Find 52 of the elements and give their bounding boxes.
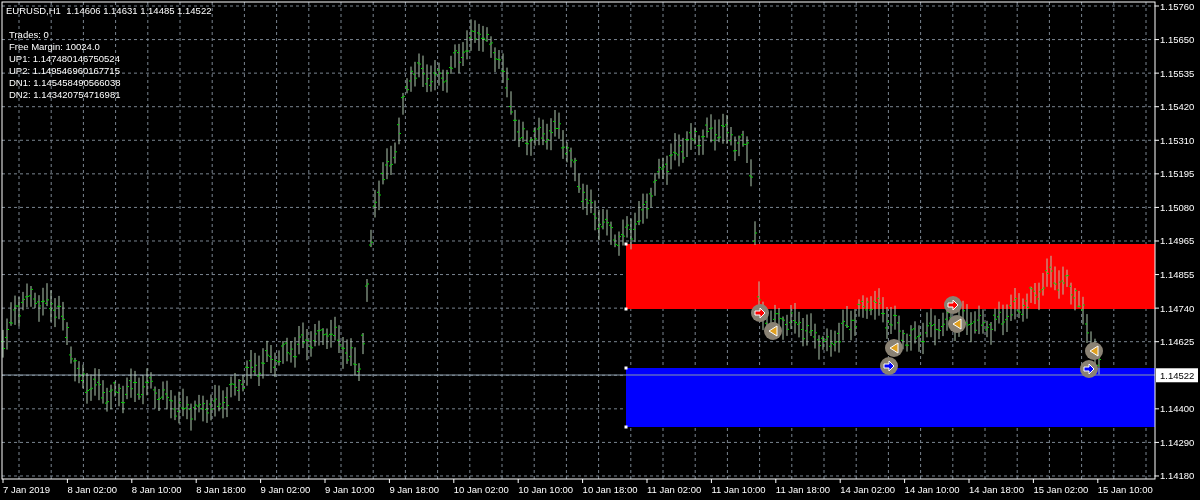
price-label: 1.14740: [1160, 302, 1195, 314]
anchor-point[interactable]: [624, 307, 628, 311]
time-label: 14 Jan 02:00: [840, 484, 896, 495]
trade-marker-icon: [885, 339, 903, 357]
time-label: 10 Jan 10:00: [518, 484, 574, 495]
time-label: 10 Jan 18:00: [582, 484, 638, 495]
time-label: 9 Jan 18:00: [389, 484, 440, 495]
current-price-label: 1.14522: [1156, 368, 1198, 383]
anchor-point[interactable]: [624, 366, 628, 370]
trade-marker-icon: [880, 357, 898, 375]
price-label: 1.15760: [1160, 0, 1195, 12]
price-label: 1.14625: [1160, 336, 1195, 348]
anchor-point[interactable]: [624, 242, 628, 246]
price-label: 1.14290: [1160, 436, 1195, 448]
time-label: 11 Jan 02:00: [647, 484, 702, 495]
time-label: 14 Jan 10:00: [904, 484, 960, 495]
price-label: 1.15080: [1160, 201, 1195, 213]
trade-marker-icon: [948, 315, 966, 333]
trade-marker-icon: [1085, 342, 1103, 360]
trade-marker-icon: [751, 304, 769, 322]
time-label: 11 Jan 10:00: [711, 484, 766, 495]
price-label: 1.15310: [1160, 134, 1195, 146]
time-label: 9 Jan 10:00: [325, 484, 375, 495]
time-label: 8 Jan 18:00: [196, 484, 246, 495]
info-line: UP2: 1.149546960167715: [9, 65, 120, 76]
time-label: 10 Jan 02:00: [453, 484, 509, 495]
info-line: Trades: 0: [9, 29, 49, 40]
info-line: DN1: 1.145458490566038: [9, 77, 121, 88]
price-label: 1.15195: [1160, 168, 1195, 180]
price-label: 1.15420: [1160, 101, 1195, 113]
info-line: UP1: 1.147480146750524: [9, 53, 120, 64]
anchor-point[interactable]: [624, 425, 628, 429]
info-line: DN2: 1.143420754716981: [9, 89, 121, 100]
trade-marker-icon: [944, 296, 962, 314]
time-label: 14 Jan 18:00: [969, 484, 1024, 495]
time-label: 8 Jan 10:00: [131, 484, 182, 495]
time-label: 11 Jan 18:00: [775, 484, 831, 495]
time-label: 15 Jan 02:00: [1033, 484, 1089, 495]
chart-header: EURUSD,H1 1.14606 1.14631 1.14485 1.14522: [6, 5, 212, 16]
time-label: 15 Jan 10:00: [1097, 484, 1153, 495]
price-label: 1.14965: [1160, 235, 1195, 247]
time-label: 7 Jan 2019: [3, 484, 50, 495]
price-label: 1.15535: [1160, 67, 1195, 79]
price-label: 1.14855: [1160, 269, 1195, 281]
time-label: 9 Jan 02:00: [260, 484, 311, 495]
price-label: 1.14180: [1160, 470, 1195, 482]
time-label: 8 Jan 02:00: [67, 484, 118, 495]
trade-marker-icon: [1080, 360, 1098, 378]
info-line: Free Margin: 10024.0: [9, 41, 100, 52]
trade-marker-icon: [764, 322, 782, 340]
price-label: 1.15650: [1160, 34, 1195, 46]
price-label: 1.14400: [1160, 403, 1195, 415]
